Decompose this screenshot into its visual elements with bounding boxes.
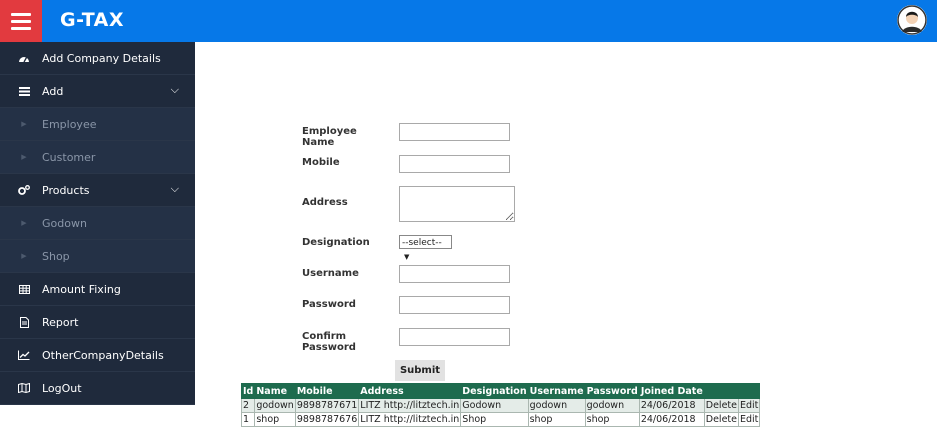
confirm-password-input[interactable] xyxy=(399,328,510,346)
employee-name-label: Employee Name xyxy=(302,126,357,148)
password-input[interactable] xyxy=(399,296,510,314)
file-icon xyxy=(14,316,34,328)
column-header-joined-date: Joined Date xyxy=(638,383,705,399)
cell-joined-date: 24/06/2018 xyxy=(638,398,705,413)
sidebar-item-label: Products xyxy=(42,183,90,197)
password-label: Password xyxy=(302,299,356,310)
sidebar-subitem-label: Godown xyxy=(42,216,87,230)
sidebar-item-label: Add xyxy=(42,84,64,98)
cell-address: LITZ http://litztech.in xyxy=(358,412,462,427)
sidebar-item-label: Report xyxy=(42,315,79,329)
username-label: Username xyxy=(302,268,359,279)
cell-designation: Shop xyxy=(460,412,529,427)
designation-select[interactable]: --select-- ▼ xyxy=(399,235,452,261)
mobile-input[interactable] xyxy=(399,155,510,173)
edit-link[interactable]: Edit xyxy=(737,398,761,413)
cell-id: 2 xyxy=(240,398,256,413)
chevron-down-icon: ⌵ xyxy=(170,182,179,195)
sidebar: Add Company Details Add ⌵ ▶ Employee ▶ C… xyxy=(0,42,195,405)
caret-right-icon: ▶ xyxy=(21,153,27,161)
cell-id: 1 xyxy=(240,412,256,427)
dropdown-arrow-icon: ▼ xyxy=(404,253,410,261)
table-row: 2 godown 9898787671 LITZ http://litztech… xyxy=(240,398,761,413)
sidebar-item-products[interactable]: Products ⌵ xyxy=(0,174,195,207)
sidebar-item-label: LogOut xyxy=(42,381,82,395)
sidebar-item-amount-fixing[interactable]: Amount Fixing xyxy=(0,273,195,306)
hamburger-icon-bar xyxy=(11,12,31,16)
delete-link[interactable]: Delete xyxy=(703,398,739,413)
brand-title: G-TAX xyxy=(60,9,125,31)
sidebar-subitem-godown[interactable]: ▶ Godown xyxy=(0,207,195,240)
confirm-password-label: Confirm Password xyxy=(302,331,356,353)
cell-mobile: 9898787676 xyxy=(294,412,360,427)
top-bar: G-TAX xyxy=(0,0,937,42)
table-header-row: Id Name Mobile Address Designation Usern… xyxy=(240,383,761,399)
cell-name: godown xyxy=(254,398,296,413)
sidebar-item-label: OtherCompanyDetails xyxy=(42,348,164,362)
hamburger-icon-bar xyxy=(11,26,31,30)
hamburger-icon-bar xyxy=(11,19,31,23)
map-icon xyxy=(14,383,34,393)
avatar[interactable] xyxy=(897,5,927,35)
submit-button[interactable]: Submit xyxy=(395,360,445,381)
dashboard-icon xyxy=(14,53,34,63)
column-header-mobile: Mobile xyxy=(294,383,360,399)
user-avatar-icon xyxy=(897,5,927,35)
cell-username: shop xyxy=(527,412,586,427)
cell-address: LITZ http://litztech.in xyxy=(358,398,462,413)
cogs-icon xyxy=(14,185,34,195)
column-header-edit xyxy=(737,383,761,399)
employee-table: Id Name Mobile Address Designation Usern… xyxy=(240,383,761,427)
column-header-name: Name xyxy=(254,383,296,399)
sidebar-subitem-label: Shop xyxy=(42,249,70,263)
designation-selected-value: --select-- xyxy=(402,238,442,248)
sidebar-subitem-label: Employee xyxy=(42,117,97,131)
cell-mobile: 9898787671 xyxy=(294,398,360,413)
edit-link[interactable]: Edit xyxy=(737,412,761,427)
cell-username: godown xyxy=(527,398,586,413)
table-row: 1 shop 9898787676 LITZ http://litztech.i… xyxy=(240,412,761,427)
address-label: Address xyxy=(302,197,348,208)
sidebar-subitem-shop[interactable]: ▶ Shop xyxy=(0,240,195,273)
sidebar-item-logout[interactable]: LogOut xyxy=(0,372,195,405)
sidebar-item-other-company-details[interactable]: OtherCompanyDetails xyxy=(0,339,195,372)
sidebar-subitem-employee[interactable]: ▶ Employee xyxy=(0,108,195,141)
column-header-designation: Designation xyxy=(460,383,529,399)
column-header-address: Address xyxy=(358,383,462,399)
sidebar-subitem-label: Customer xyxy=(42,150,96,164)
address-textarea[interactable] xyxy=(399,186,515,222)
list-icon xyxy=(14,86,34,96)
sidebar-item-label: Amount Fixing xyxy=(42,282,121,296)
sidebar-item-label: Add Company Details xyxy=(42,51,161,65)
caret-right-icon: ▶ xyxy=(21,252,27,260)
cell-password: shop xyxy=(584,412,640,427)
employee-name-input[interactable] xyxy=(399,123,510,141)
caret-right-icon: ▶ xyxy=(21,219,27,227)
sidebar-item-report[interactable]: Report xyxy=(0,306,195,339)
username-input[interactable] xyxy=(399,265,510,283)
column-header-delete xyxy=(703,383,739,399)
delete-link[interactable]: Delete xyxy=(703,412,739,427)
column-header-username: Username xyxy=(527,383,586,399)
cell-password: godown xyxy=(584,398,640,413)
column-header-id: Id xyxy=(240,383,256,399)
table-icon xyxy=(14,284,34,294)
column-header-password: Password xyxy=(584,383,640,399)
menu-toggle-button[interactable] xyxy=(0,0,42,42)
sidebar-item-add-company-details[interactable]: Add Company Details xyxy=(0,42,195,75)
designation-label: Designation xyxy=(302,237,370,248)
mobile-label: Mobile xyxy=(302,157,340,168)
chevron-down-icon: ⌵ xyxy=(170,83,179,96)
line-chart-icon xyxy=(14,350,34,360)
cell-designation: Godown xyxy=(460,398,529,413)
cell-joined-date: 24/06/2018 xyxy=(638,412,705,427)
sidebar-subitem-customer[interactable]: ▶ Customer xyxy=(0,141,195,174)
caret-right-icon: ▶ xyxy=(21,120,27,128)
cell-name: shop xyxy=(254,412,296,427)
sidebar-item-add[interactable]: Add ⌵ xyxy=(0,75,195,108)
